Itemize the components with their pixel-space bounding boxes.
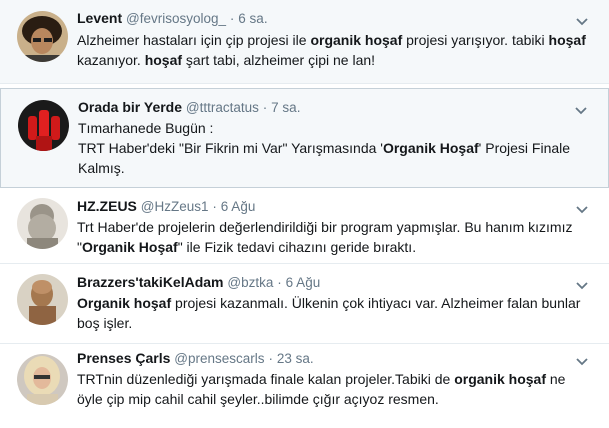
highlighted-term: Organik hoşaf: [77, 295, 172, 311]
tweet-item[interactable]: Brazzers'takiKelAdam @bztka · 6 Ağu Orga…: [0, 264, 609, 344]
tweet-text-segment: " ile Fizik tedavi cihazını geride bırak…: [177, 239, 417, 255]
separator: ·: [277, 275, 282, 290]
tweet-text: Tımarhanede Bugün : TRT Haber'deki "Bir F…: [78, 118, 586, 178]
tweet-text: Alzheimer hastaları için çip projesi ile…: [77, 30, 587, 70]
highlighted-term: hoşaf: [144, 52, 183, 68]
author-name[interactable]: Levent: [77, 10, 122, 26]
separator: ·: [262, 100, 268, 115]
tweet-item[interactable]: Levent @fevrisosyolog_ · 6 sa. Alzheimer…: [0, 0, 609, 84]
author-handle[interactable]: @fevrisosyolog_: [126, 11, 226, 26]
tweet-item[interactable]: Orada bir Yerde @tttractatus · 7 sa. Tım…: [0, 88, 609, 188]
tweet-text-segment: şart tabi, alzheimer çipi ne lan!: [182, 52, 376, 68]
chevron-down-icon[interactable]: [575, 16, 589, 28]
tweet-text-segment: projesi yarışıyor. tabiki: [402, 32, 549, 48]
timestamp[interactable]: 7 sa.: [271, 100, 300, 115]
chevron-down-icon[interactable]: [575, 204, 589, 216]
highlighted-term: organik hoşaf: [454, 371, 546, 387]
highlighted-term: Organik Hoşaf: [382, 140, 479, 156]
highlighted-term: Organik Hoşaf: [81, 239, 178, 255]
author-handle[interactable]: @prensescarls: [174, 351, 264, 366]
author-name[interactable]: Brazzers'takiKelAdam: [77, 274, 224, 290]
author-handle[interactable]: @HzZeus1: [141, 199, 209, 214]
tweet-header: Prenses Çarls @prensescarls · 23 sa.: [77, 350, 569, 367]
timestamp[interactable]: 6 sa.: [238, 11, 267, 26]
timestamp[interactable]: 6 Ağu: [286, 275, 321, 290]
tweet-header: Orada bir Yerde @tttractatus · 7 sa.: [78, 99, 568, 116]
tweet-header: HZ.ZEUS @HzZeus1 · 6 Ağu: [77, 198, 569, 215]
tweet-header: Levent @fevrisosyolog_ · 6 sa.: [77, 10, 569, 27]
tweet-item[interactable]: HZ.ZEUS @HzZeus1 · 6 Ağu Trt Haber'de pr…: [0, 188, 609, 264]
avatar[interactable]: [17, 11, 68, 62]
avatar[interactable]: [17, 274, 68, 325]
tweet-text-segment: Tımarhanede Bugün :: [78, 120, 214, 136]
timestamp[interactable]: 23 sa.: [277, 351, 314, 366]
tweet-text-segment: kazanıyor.: [77, 52, 145, 68]
tweet-item[interactable]: Prenses Çarls @prensescarls · 23 sa. TRT…: [0, 344, 609, 428]
separator: ·: [212, 199, 217, 214]
timestamp[interactable]: 6 Ağu: [221, 199, 256, 214]
tweet-header: Brazzers'takiKelAdam @bztka · 6 Ağu: [77, 274, 569, 291]
author-name[interactable]: Prenses Çarls: [77, 350, 170, 366]
author-name[interactable]: Orada bir Yerde: [78, 99, 182, 115]
avatar[interactable]: [17, 198, 68, 249]
separator: ·: [229, 11, 235, 26]
author-handle[interactable]: @bztka: [227, 275, 273, 290]
chevron-down-icon[interactable]: [574, 105, 588, 117]
author-name[interactable]: HZ.ZEUS: [77, 198, 137, 214]
chevron-down-icon[interactable]: [575, 280, 589, 292]
tweet-text: Trt Haber'de projelerin değerlendirildiğ…: [77, 217, 587, 257]
separator: ·: [268, 351, 273, 366]
tweet-text: Organik hoşaf projesi kazanmalı. Ülkenin…: [77, 293, 587, 333]
tweet-text-segment: TRTnin düzenlediği yarışmada finale kala…: [77, 371, 455, 387]
tweet-text-segment: TRT Haber'deki "Bir Fikrin mi Var" Yarış…: [78, 140, 383, 156]
chevron-down-icon[interactable]: [575, 356, 589, 368]
author-handle[interactable]: @tttractatus: [186, 100, 259, 115]
avatar[interactable]: [17, 354, 68, 405]
tweet-text: TRTnin düzenlediği yarışmada finale kala…: [77, 369, 587, 409]
avatar[interactable]: [18, 100, 69, 151]
tweet-text-segment: Alzheimer hastaları için çip projesi ile: [77, 32, 311, 48]
highlighted-term: hoşaf: [548, 32, 586, 48]
highlighted-term: organik hoşaf: [310, 32, 403, 48]
